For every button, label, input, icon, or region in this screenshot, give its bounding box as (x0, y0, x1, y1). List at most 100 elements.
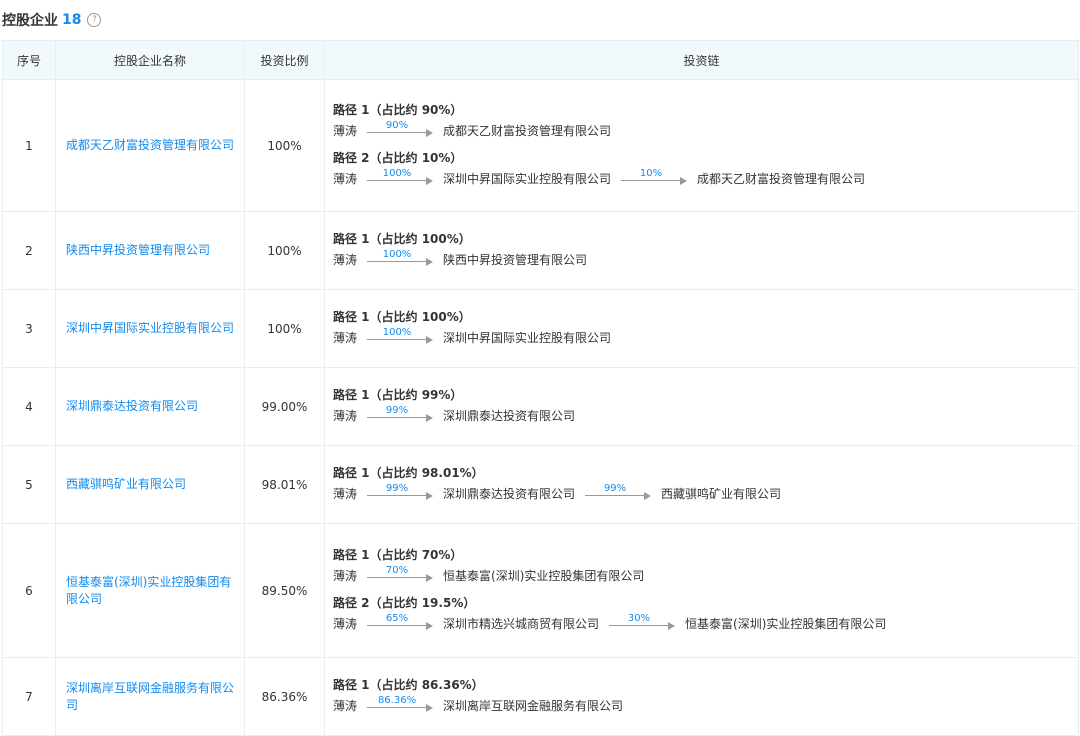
arrow-line (621, 179, 682, 181)
arrow-line (367, 706, 428, 708)
table-body: 1 成都天乙财富投资管理有限公司 100% 路径 1（占比约 90%） 薄涛 90% 成都天… (2, 79, 1079, 736)
investment-path: 路径 1（占比约 100%） 薄涛 100% 陕西中昇投资管理有限公司 (333, 230, 1070, 272)
arrow-right-icon: 86.36% (367, 694, 434, 718)
shareholder-name[interactable]: 薄涛 (333, 697, 357, 714)
col-header-index: 序号 (2, 40, 56, 80)
arrow-right-icon: 100% (367, 167, 434, 191)
edge-percentage: 99% (385, 404, 409, 416)
shareholder-name[interactable]: 薄涛 (333, 485, 357, 502)
path-line: 薄涛 70% 恒基泰富(深圳)实业控股集团有限公司 (333, 564, 1070, 588)
company-name-link[interactable]: 成都天乙财富投资管理有限公司 (55, 79, 245, 212)
company-name-link[interactable]: 西藏骐鸣矿业有限公司 (55, 445, 245, 524)
chain-company-name[interactable]: 恒基泰富(深圳)实业控股集团有限公司 (685, 615, 886, 632)
path-line: 薄涛 86.36% 深圳离岸互联网金融服务有限公司 (333, 694, 1070, 718)
investment-chain: 路径 1（占比约 86.36%） 薄涛 86.36% 深圳离岸互联网金融服务有限公司 (324, 657, 1079, 736)
path-title: 路径 1（占比约 99%） (333, 387, 463, 402)
row-index: 3 (2, 289, 56, 368)
table-row: 4 深圳鼎泰达投资有限公司 99.00% 路径 1（占比约 99%） 薄涛 99% 深圳鼎泰… (2, 367, 1079, 446)
path-line: 薄涛 100% 陕西中昇投资管理有限公司 (333, 248, 1070, 272)
arrow-right-icon: 90% (367, 119, 434, 143)
arrow-line (367, 131, 428, 133)
chain-company-name[interactable]: 深圳离岸互联网金融服务有限公司 (443, 697, 623, 714)
company-name-link[interactable]: 陕西中昇投资管理有限公司 (55, 211, 245, 290)
shareholder-name[interactable]: 薄涛 (333, 329, 357, 346)
investment-ratio: 99.00% (244, 367, 325, 446)
arrow-head (680, 176, 688, 185)
company-name-link[interactable]: 深圳鼎泰达投资有限公司 (55, 367, 245, 446)
path-title: 路径 1（占比约 70%） (333, 547, 463, 562)
arrow-head (426, 128, 434, 137)
chain-company-name[interactable]: 陕西中昇投资管理有限公司 (443, 251, 587, 268)
edge-percentage: 99% (385, 482, 409, 494)
edge-percentage: 90% (385, 119, 409, 131)
shareholder-name[interactable]: 薄涛 (333, 122, 357, 139)
investment-ratio: 86.36% (244, 657, 325, 736)
chain-company-name[interactable]: 深圳鼎泰达投资有限公司 (443, 485, 575, 502)
path-title: 路径 1（占比约 100%） (333, 309, 471, 324)
chain-company-name[interactable]: 深圳鼎泰达投资有限公司 (443, 407, 575, 424)
arrow-head (426, 703, 434, 712)
chain-company-name[interactable]: 成都天乙财富投资管理有限公司 (443, 122, 611, 139)
arrow-head (426, 491, 434, 500)
shareholder-name[interactable]: 薄涛 (333, 407, 357, 424)
question-circle-icon[interactable]: ? (87, 13, 102, 27)
arrow-line (367, 576, 428, 578)
investment-chain: 路径 1（占比约 100%） 薄涛 100% 深圳中昇国际实业控股有限公司 (324, 289, 1079, 368)
shareholder-name[interactable]: 薄涛 (333, 251, 357, 268)
arrow-head (668, 621, 676, 630)
investment-ratio: 89.50% (244, 523, 325, 658)
edge-percentage: 30% (627, 612, 651, 624)
path-line: 薄涛 99% 深圳鼎泰达投资有限公司 99% 西藏骐鸣矿业有限公司 (333, 482, 1070, 506)
shareholder-name[interactable]: 薄涛 (333, 170, 357, 187)
row-index: 7 (2, 657, 56, 736)
arrow-right-icon: 100% (367, 326, 434, 350)
path-title: 路径 1（占比约 90%） (333, 102, 463, 117)
path-title: 路径 1（占比约 98.01%） (333, 465, 484, 480)
chain-company-name[interactable]: 恒基泰富(深圳)实业控股集团有限公司 (443, 567, 644, 584)
arrow-right-icon: 70% (367, 564, 434, 588)
investment-path: 路径 2（占比约 10%） 薄涛 100% 深圳中昇国际实业控股有限公司 10% 成都天乙… (333, 149, 1070, 191)
path-line: 薄涛 100% 深圳中昇国际实业控股有限公司 (333, 326, 1070, 350)
chain-company-name[interactable]: 成都天乙财富投资管理有限公司 (697, 170, 865, 187)
edge-percentage: 100% (382, 248, 412, 260)
chain-company-name[interactable]: 深圳中昇国际实业控股有限公司 (443, 170, 611, 187)
arrow-head (426, 621, 434, 630)
enterprise-count: 18 (62, 12, 82, 28)
company-name-link[interactable]: 深圳中昇国际实业控股有限公司 (55, 289, 245, 368)
path-title: 路径 2（占比约 10%） (333, 150, 463, 165)
arrow-right-icon: 65% (367, 612, 434, 636)
investment-path: 路径 2（占比约 19.5%） 薄涛 65% 深圳市精选兴城商贸有限公司 30% 恒基泰富… (333, 594, 1070, 636)
shareholder-name[interactable]: 薄涛 (333, 567, 357, 584)
arrow-right-icon: 10% (621, 167, 688, 191)
arrow-right-icon: 100% (367, 248, 434, 272)
company-name-link[interactable]: 恒基泰富(深圳)实业控股集团有限公司 (55, 523, 245, 658)
investment-path: 路径 1（占比约 70%） 薄涛 70% 恒基泰富(深圳)实业控股集团有限公司 (333, 546, 1070, 588)
table-row: 1 成都天乙财富投资管理有限公司 100% 路径 1（占比约 90%） 薄涛 90% 成都天… (2, 79, 1079, 212)
chain-company-name[interactable]: 西藏骐鸣矿业有限公司 (661, 485, 781, 502)
holding-enterprise-table: 序号 控股企业名称 投资比例 投资链 1 成都天乙财富投资管理有限公司 100% 路径… (2, 40, 1079, 736)
row-index: 2 (2, 211, 56, 290)
investment-chain: 路径 1（占比约 100%） 薄涛 100% 陕西中昇投资管理有限公司 (324, 211, 1079, 290)
arrow-line (367, 494, 428, 496)
investment-chain: 路径 1（占比约 99%） 薄涛 99% 深圳鼎泰达投资有限公司 (324, 367, 1079, 446)
company-name-link[interactable]: 深圳离岸互联网金融服务有限公司 (55, 657, 245, 736)
arrow-line (367, 260, 428, 262)
arrow-line (367, 624, 428, 626)
path-line: 薄涛 65% 深圳市精选兴城商贸有限公司 30% 恒基泰富(深圳)实业控股集团有限公司 (333, 612, 1070, 636)
arrow-line (609, 624, 670, 626)
shareholder-name[interactable]: 薄涛 (333, 615, 357, 632)
investment-path: 路径 1（占比约 98.01%） 薄涛 99% 深圳鼎泰达投资有限公司 99% 西藏骐鸣矿… (333, 464, 1070, 506)
chain-company-name[interactable]: 深圳中昇国际实业控股有限公司 (443, 329, 611, 346)
row-index: 1 (2, 79, 56, 212)
arrow-head (426, 573, 434, 582)
edge-percentage: 10% (639, 167, 663, 179)
investment-chain: 路径 1（占比约 98.01%） 薄涛 99% 深圳鼎泰达投资有限公司 99% 西藏骐鸣矿… (324, 445, 1079, 524)
path-line: 薄涛 100% 深圳中昇国际实业控股有限公司 10% 成都天乙财富投资管理有限公司 (333, 167, 1070, 191)
edge-percentage: 100% (382, 326, 412, 338)
section-title: 控股企业 (2, 13, 58, 29)
chain-company-name[interactable]: 深圳市精选兴城商贸有限公司 (443, 615, 599, 632)
investment-chain: 路径 1（占比约 70%） 薄涛 70% 恒基泰富(深圳)实业控股集团有限公司 路径 2… (324, 523, 1079, 658)
arrow-line (367, 179, 428, 181)
arrow-right-icon: 99% (367, 482, 434, 506)
arrow-right-icon: 30% (609, 612, 676, 636)
